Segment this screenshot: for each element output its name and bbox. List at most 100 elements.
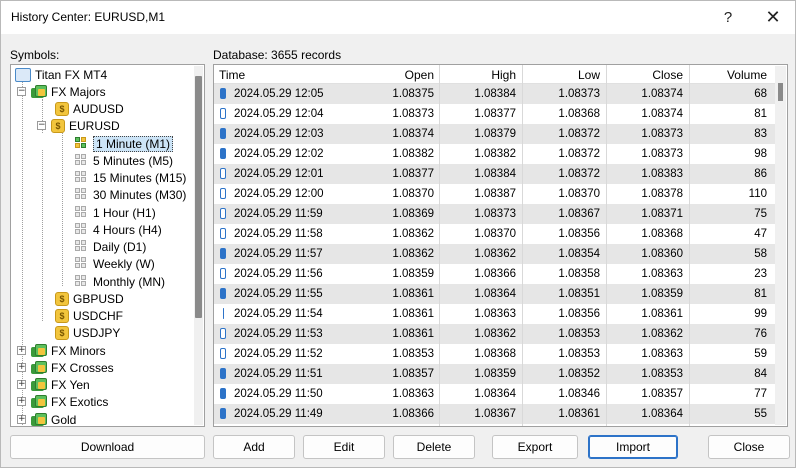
tree-item-fx-yen[interactable]: + FX Yen [17, 376, 90, 393]
symbols-tree[interactable]: Titan FX MT4 − FX Majors $ AUDUSD − $ EU… [10, 64, 205, 427]
tree-item-fx-majors[interactable]: − FX Majors [17, 83, 106, 100]
cell-volume: 23 [754, 268, 767, 280]
cell-low: 1.08361 [558, 408, 600, 420]
tree-item-label: Titan FX MT4 [35, 67, 108, 82]
help-button[interactable]: ? [706, 1, 750, 34]
expand-toggle[interactable]: + [17, 397, 26, 406]
cell-close: 1.08368 [641, 228, 683, 240]
expand-toggle[interactable]: + [17, 363, 26, 372]
table-row[interactable]: 2024.05.29 11:52 1.08353 1.08368 1.08353 1.0… [214, 344, 775, 364]
column-header-open[interactable]: Open [364, 68, 434, 82]
currency-icon: $ [55, 325, 69, 340]
table-row[interactable]: 2024.05.29 11:55 1.08361 1.08364 1.08351 1.0… [214, 284, 775, 304]
cell-low: 1.08367 [558, 208, 600, 220]
edit-button[interactable]: Edit [303, 435, 385, 459]
table-row[interactable]: 2024.05.29 11:58 1.08362 1.08370 1.08356 1.0… [214, 224, 775, 244]
tree-item-timeframe-m5[interactable]: 5 Minutes (M5) [75, 152, 173, 169]
add-button[interactable]: Add [213, 435, 295, 459]
cell-low: 1.08370 [558, 188, 600, 200]
tree-item-timeframe-w[interactable]: Weekly (W) [75, 255, 155, 272]
expand-toggle[interactable]: + [17, 415, 26, 424]
collapse-toggle[interactable]: − [37, 121, 46, 130]
tree-item-label: FX Crosses [51, 360, 114, 375]
cell-low: 1.08356 [558, 228, 600, 240]
collapse-toggle[interactable]: − [17, 87, 26, 96]
cell-close: 1.08383 [641, 168, 683, 180]
column-header-high[interactable]: High [446, 68, 516, 82]
table-row[interactable]: 2024.05.29 11:59 1.08369 1.08373 1.08367 1.0… [214, 204, 775, 224]
timeframe-icon [75, 136, 89, 151]
column-header-volume[interactable]: Volume [697, 68, 767, 82]
table-row[interactable]: 2024.05.29 12:03 1.08374 1.08379 1.08372 1.0… [214, 124, 775, 144]
cell-time: 2024.05.29 11:57 [234, 248, 323, 260]
tree-item-timeframe-mn[interactable]: Monthly (MN) [75, 273, 165, 290]
cell-volume: 81 [754, 288, 767, 300]
table-row[interactable]: 2024.05.29 11:53 1.08361 1.08362 1.08353 1.0… [214, 324, 775, 344]
close-window-button[interactable]: ✕ [751, 1, 795, 34]
table-row[interactable]: 2024.05.29 11:51 1.08357 1.08359 1.08352 1.0… [214, 364, 775, 384]
tree-item-timeframe-h1[interactable]: 1 Hour (H1) [75, 204, 156, 221]
table-row[interactable]: 2024.05.29 12:01 1.08377 1.08384 1.08372 1.0… [214, 164, 775, 184]
delete-button[interactable]: Delete [393, 435, 475, 459]
tree-scrollbar[interactable] [194, 66, 203, 425]
tree-item-audusd[interactable]: $ AUDUSD [55, 100, 124, 117]
expand-toggle[interactable]: + [17, 380, 26, 389]
cell-close: 1.08363 [641, 348, 683, 360]
tree-item-eurusd[interactable]: − $ EURUSD [37, 117, 120, 134]
cell-open: 1.08353 [392, 348, 434, 360]
export-button[interactable]: Export [492, 435, 578, 459]
tree-item-timeframe-m1[interactable]: 1 Minute (M1) [75, 135, 174, 152]
bar-icon [220, 228, 226, 239]
tree-item-gold[interactable]: + Gold [17, 411, 76, 426]
cell-volume: 83 [754, 128, 767, 140]
cell-time: 2024.05.29 12:02 [234, 148, 324, 160]
bar-icon [220, 168, 226, 179]
table-row[interactable]: 2024.05.29 12:05 1.08375 1.08384 1.08373 1.0… [214, 84, 775, 104]
expand-toggle[interactable]: + [17, 346, 26, 355]
table-scrollbar[interactable] [775, 66, 786, 425]
column-header-time[interactable]: Time [219, 68, 245, 82]
tree-item-timeframe-m15[interactable]: 15 Minutes (M15) [75, 169, 186, 186]
bar-icon [220, 328, 226, 339]
window-title: History Center: EURUSD,M1 [11, 10, 166, 24]
table-scrollbar-thumb[interactable] [778, 83, 783, 101]
table-row[interactable]: 2024.05.29 11:54 1.08361 1.08363 1.08356 1.0… [214, 304, 775, 324]
column-header-close[interactable]: Close [613, 68, 683, 82]
timeframe-icon [75, 222, 89, 237]
column-header-low[interactable]: Low [530, 68, 600, 82]
cell-high: 1.08370 [474, 228, 516, 240]
tree-item-root[interactable]: Titan FX MT4 [15, 66, 107, 83]
tree-item-fx-exotics[interactable]: + FX Exotics [17, 393, 108, 410]
tree-scrollbar-thumb[interactable] [195, 76, 202, 318]
cell-time: 2024.05.29 11:55 [234, 288, 323, 300]
cell-high: 1.08366 [474, 268, 516, 280]
table-row[interactable]: 2024.05.29 12:02 1.08382 1.08382 1.08372 1.0… [214, 144, 775, 164]
cell-open: 1.08362 [392, 248, 434, 260]
import-button[interactable]: Import [588, 435, 678, 459]
history-table[interactable]: Time Open High Low Close Volume 2024.05.… [213, 64, 788, 427]
cell-close: 1.08364 [641, 408, 683, 420]
table-row[interactable]: 2024.05.29 11:50 1.08363 1.08364 1.08346 1.0… [214, 384, 775, 404]
download-button[interactable]: Download [10, 435, 205, 459]
timeframe-icon [75, 187, 89, 202]
tree-item-timeframe-h4[interactable]: 4 Hours (H4) [75, 221, 162, 238]
tree-item-gbpusd[interactable]: $ GBPUSD [55, 290, 124, 307]
close-button[interactable]: Close [708, 435, 790, 459]
table-row[interactable]: 2024.05.29 12:00 1.08370 1.08387 1.08370 1.0… [214, 184, 775, 204]
table-row[interactable]: 2024.05.29 12:04 1.08373 1.08377 1.08368 1.0… [214, 104, 775, 124]
cell-low: 1.08372 [558, 168, 600, 180]
tree-item-label: 1 Hour (H1) [93, 205, 156, 220]
tree-item-timeframe-m30[interactable]: 30 Minutes (M30) [75, 186, 186, 203]
tree-item-label: 5 Minutes (M5) [93, 153, 174, 168]
table-row[interactable]: 2024.05.29 11:49 1.08366 1.08367 1.08361 1.0… [214, 404, 775, 424]
tree-item-fx-minors[interactable]: + FX Minors [17, 342, 106, 359]
tree-item-fx-crosses[interactable]: + FX Crosses [17, 359, 114, 376]
cell-time: 2024.05.29 12:01 [234, 168, 324, 180]
table-row[interactable]: 2024.05.29 11:56 1.08359 1.08366 1.08358 1.0… [214, 264, 775, 284]
tree-item-usdchf[interactable]: $ USDCHF [55, 307, 123, 324]
tree-item-usdjpy[interactable]: $ USDJPY [55, 324, 120, 341]
cell-time: 2024.05.29 11:50 [234, 388, 323, 400]
table-row[interactable]: 2024.05.29 11:57 1.08362 1.08362 1.08354 1.0… [214, 244, 775, 264]
cell-open: 1.08369 [392, 208, 434, 220]
tree-item-timeframe-d1[interactable]: Daily (D1) [75, 238, 146, 255]
